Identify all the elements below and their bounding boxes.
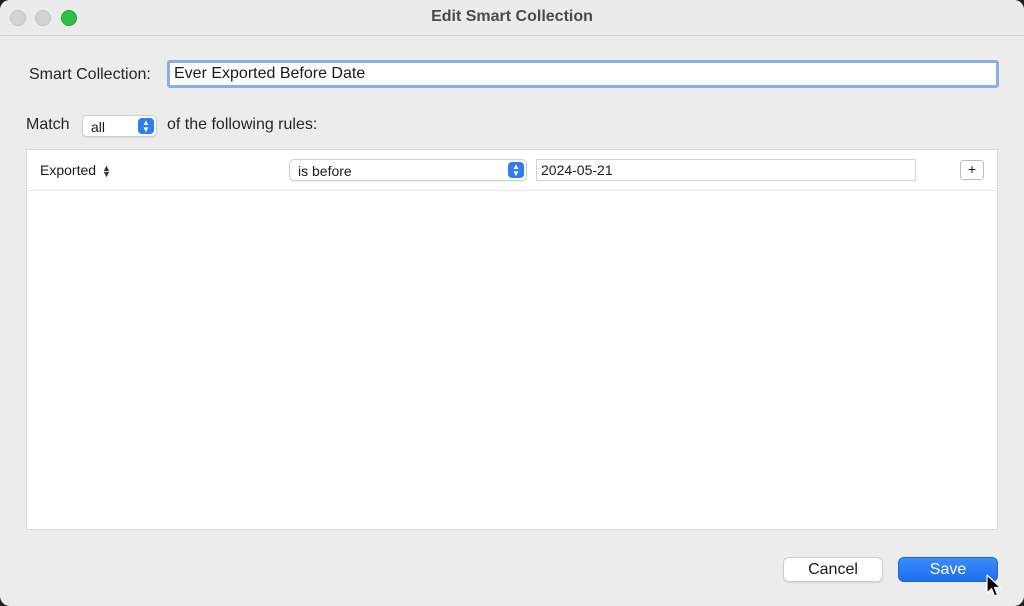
cancel-button[interactable]: Cancel [783,557,883,582]
pointer-cursor-icon [986,574,1002,597]
edit-smart-collection-dialog: Edit Smart Collection Smart Collection: … [0,0,1024,606]
chevron-updown-icon: ▲ ▼ [138,118,154,134]
chevron-updown-icon: ▲ ▼ [102,163,111,180]
window-title: Edit Smart Collection [431,8,593,25]
title-bar: Edit Smart Collection [0,0,1024,36]
rule-date-input[interactable] [536,159,916,181]
rule-operator-value: is before [298,163,352,179]
rules-list: Exported ▲▼ is before ▲▼ + [26,149,998,530]
rule-field-value: Exported [40,162,97,178]
match-mode-select[interactable]: all ▲ ▼ [82,115,157,137]
smart-collection-name-label: Smart Collection: [29,66,151,83]
rule-row: Exported ▲▼ is before ▲▼ + [27,150,997,191]
match-suffix-label: of the following rules: [167,116,318,133]
match-label: Match [26,116,70,133]
smart-collection-name-input[interactable] [167,60,999,88]
match-mode-value: all [91,119,106,135]
add-rule-button[interactable]: + [960,160,984,180]
save-button[interactable]: Save [898,557,998,582]
rule-operator-select[interactable]: is before ▲ ▼ [289,159,527,181]
rule-field-select[interactable]: Exported ▲ ▼ [40,162,111,180]
chevron-updown-icon: ▲ ▼ [508,162,524,178]
